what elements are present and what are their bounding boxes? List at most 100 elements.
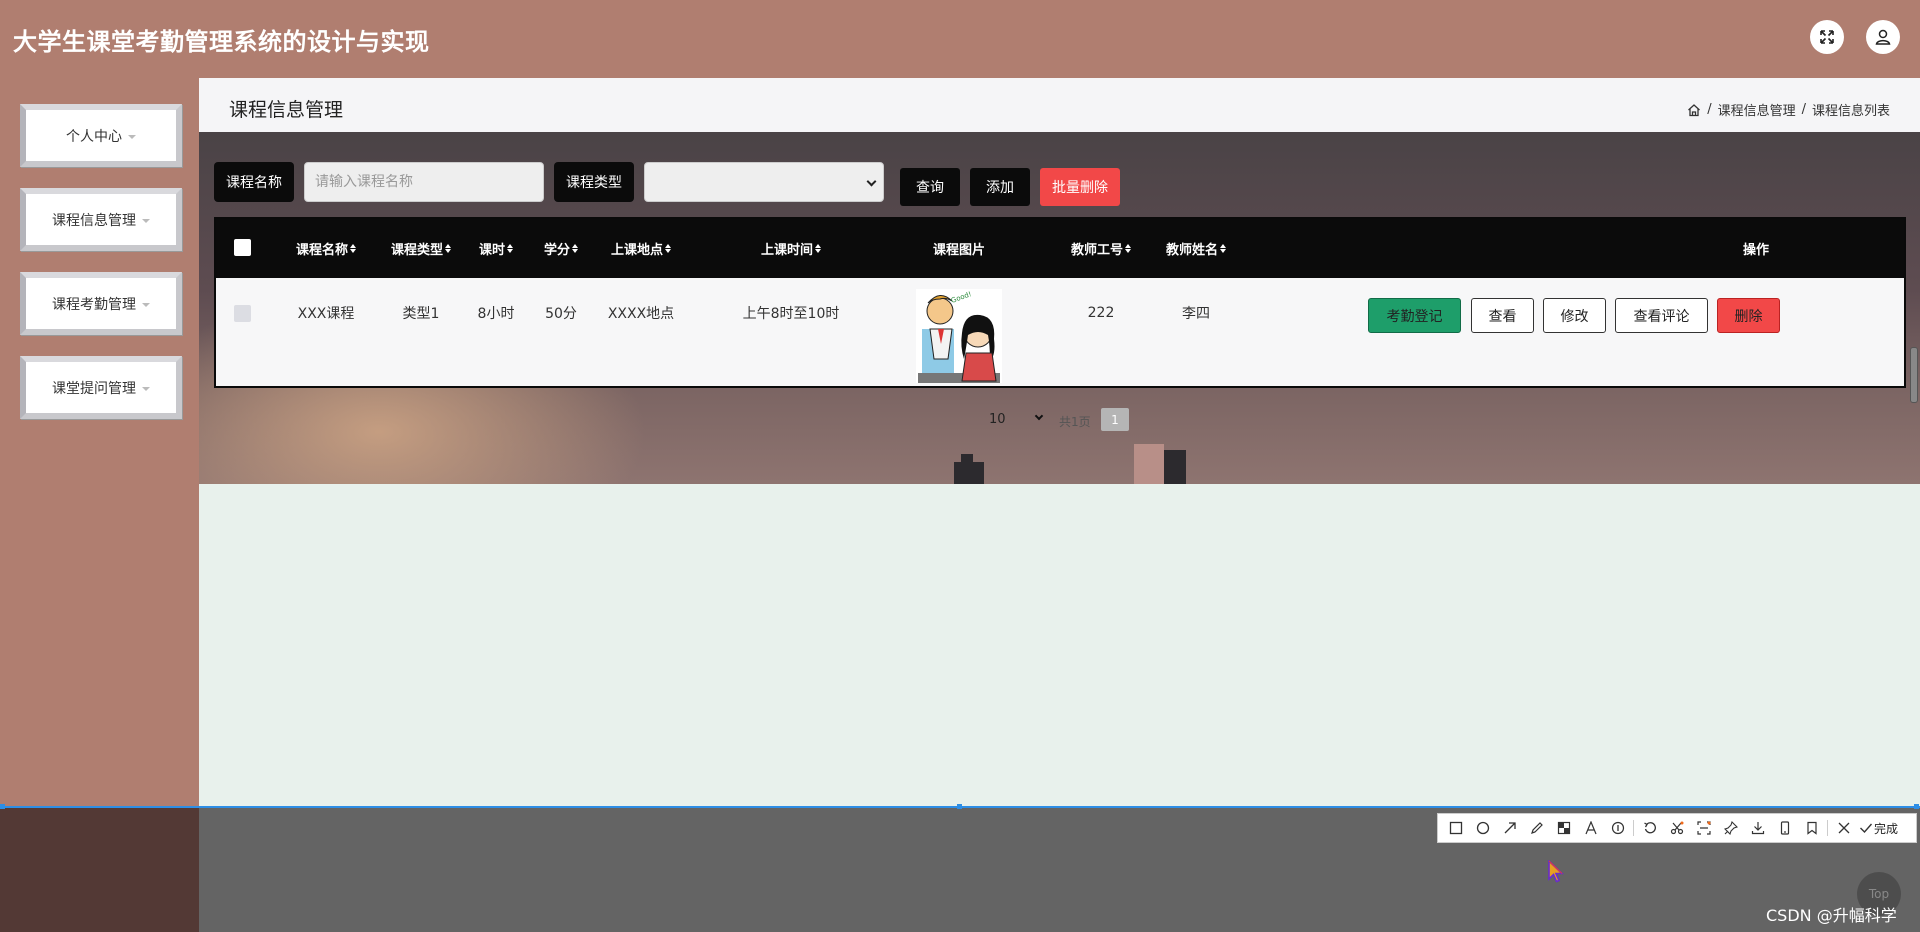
done-label: 完成 (1874, 821, 1899, 836)
sort-icon (445, 244, 451, 253)
sort-icon (1220, 244, 1226, 253)
col-teacher-id[interactable]: 教师工号 (1056, 219, 1146, 278)
col-teacher-name[interactable]: 教师姓名 (1151, 219, 1241, 278)
download-tool[interactable] (1744, 814, 1771, 842)
view-button[interactable]: 查看 (1471, 298, 1534, 333)
delete-button[interactable]: 删除 (1717, 298, 1780, 333)
breadcrumb-separator: / (1707, 102, 1712, 117)
add-button[interactable]: 添加 (970, 168, 1030, 206)
bookmark-icon (1806, 821, 1817, 835)
sort-icon (665, 244, 671, 253)
breadcrumb-separator: / (1801, 102, 1806, 117)
toolbar-separator (1827, 820, 1828, 836)
edit-button[interactable]: 修改 (1543, 298, 1606, 333)
cell-hours: 8小时 (477, 306, 515, 322)
number-tool[interactable] (1604, 814, 1631, 842)
breadcrumb-bar: 课程信息管理 / 课程信息管理 / 课程信息列表 (199, 78, 1920, 132)
page-number[interactable]: 1 (1101, 408, 1129, 431)
sidebar-item-attendance[interactable]: 课程考勤管理 (20, 272, 182, 335)
background-building (1134, 444, 1164, 484)
course-name-label: 课程名称 (214, 162, 294, 202)
cell-course-name: XXX课程 (297, 306, 355, 322)
mosaic-icon (1557, 821, 1570, 835)
sort-icon (1125, 244, 1131, 253)
selection-handle[interactable] (1914, 804, 1919, 809)
undo-icon (1643, 822, 1656, 834)
rectangle-icon (1449, 821, 1462, 835)
cell-teacher-id: 222 (1087, 305, 1115, 321)
caret-down-icon (142, 218, 150, 223)
sidebar-item-label: 课程考勤管理 (52, 296, 136, 313)
download-icon (1751, 822, 1764, 835)
pin-icon (1723, 821, 1738, 835)
col-course-name[interactable]: 课程名称 (281, 219, 371, 278)
scissors-icon (1670, 821, 1683, 835)
pin-tool[interactable] (1717, 814, 1744, 842)
col-course-type[interactable]: 课程类型 (376, 219, 466, 278)
query-button[interactable]: 查询 (900, 168, 960, 206)
sort-icon (572, 244, 578, 253)
page-total: 共1页 (1059, 415, 1091, 429)
screenshot-toolbar: 完成 (1437, 813, 1917, 843)
home-icon[interactable] (1687, 103, 1701, 117)
scroll-handle[interactable] (1910, 347, 1918, 403)
col-image: 课程图片 (932, 243, 985, 258)
sidebar-item-label: 课堂提问管理 (52, 380, 136, 397)
breadcrumb: / 课程信息管理 / 课程信息列表 (1687, 100, 1890, 119)
sidebar-item-label: 课程信息管理 (52, 212, 136, 229)
screenshot-dim-overlay-sidebar (0, 808, 199, 932)
col-time[interactable]: 上课时间 (731, 219, 851, 278)
top-header: 大学生课堂考勤管理系统的设计与实现 (0, 0, 1920, 78)
course-type-select[interactable] (644, 162, 884, 202)
col-hours[interactable]: 课时 (466, 219, 526, 278)
arrow-tool[interactable] (1496, 814, 1523, 842)
phone-tool[interactable] (1771, 814, 1798, 842)
mosaic-tool[interactable] (1550, 814, 1577, 842)
done-button[interactable]: 完成 (1857, 814, 1898, 842)
circle-icon (1476, 821, 1489, 835)
row-checkbox[interactable] (234, 305, 251, 322)
batch-delete-button[interactable]: 批量删除 (1040, 168, 1120, 206)
breadcrumb-item-course-info[interactable]: 课程信息管理 (1718, 100, 1796, 119)
selection-handle[interactable] (957, 804, 962, 809)
cell-place: XXXX地点 (607, 306, 675, 322)
chevron-down-icon (866, 176, 877, 187)
col-place[interactable]: 上课地点 (596, 219, 686, 278)
course-name-input[interactable] (304, 162, 544, 202)
attendance-register-button[interactable]: 考勤登记 (1368, 298, 1461, 333)
sidebar-item-course-info[interactable]: 课程信息管理 (20, 188, 182, 251)
main-content: 课程名称 课程类型 查询 添加 批量删除 课程名称 课程类型 课时 学分 (199, 132, 1920, 484)
sort-icon (815, 244, 821, 253)
text-tool[interactable] (1577, 814, 1604, 842)
pagination: 10 共1页 1 (199, 408, 1920, 432)
undo-tool[interactable] (1636, 814, 1663, 842)
sidebar-item-questions[interactable]: 课堂提问管理 (20, 356, 182, 419)
user-menu-button[interactable] (1866, 20, 1900, 54)
pen-tool[interactable] (1523, 814, 1550, 842)
check-icon (1860, 823, 1873, 834)
sidebar-item-personal-center[interactable]: 个人中心 (20, 104, 182, 167)
col-credit[interactable]: 学分 (531, 219, 591, 278)
user-icon (1875, 29, 1891, 45)
bookmark-tool[interactable] (1798, 814, 1825, 842)
ellipse-tool[interactable] (1469, 814, 1496, 842)
sort-icon (350, 244, 356, 253)
app-title: 大学生课堂考勤管理系统的设计与实现 (13, 28, 430, 56)
pencil-icon (1530, 822, 1543, 834)
fullscreen-button[interactable] (1810, 20, 1844, 54)
mouse-cursor-icon (1548, 860, 1564, 883)
view-comments-button[interactable]: 查看评论 (1615, 298, 1708, 333)
scissors-tool[interactable] (1663, 814, 1690, 842)
cancel-tool[interactable] (1830, 814, 1857, 842)
scan-icon (1696, 821, 1711, 835)
page-title: 课程信息管理 (229, 99, 344, 121)
rectangle-tool[interactable] (1442, 814, 1469, 842)
caret-down-icon (142, 386, 150, 391)
selection-handle[interactable] (0, 804, 5, 809)
sort-icon (507, 244, 513, 253)
select-all-checkbox[interactable] (234, 239, 251, 256)
cell-time: 上午8时至10时 (742, 306, 840, 322)
screen-scan-tool[interactable] (1690, 814, 1717, 842)
table-header: 课程名称 课程类型 课时 学分 上课地点 上课时间 课程图片 教师工号 教师姓名… (216, 219, 1904, 278)
page-size-select[interactable]: 10 (989, 412, 1006, 427)
